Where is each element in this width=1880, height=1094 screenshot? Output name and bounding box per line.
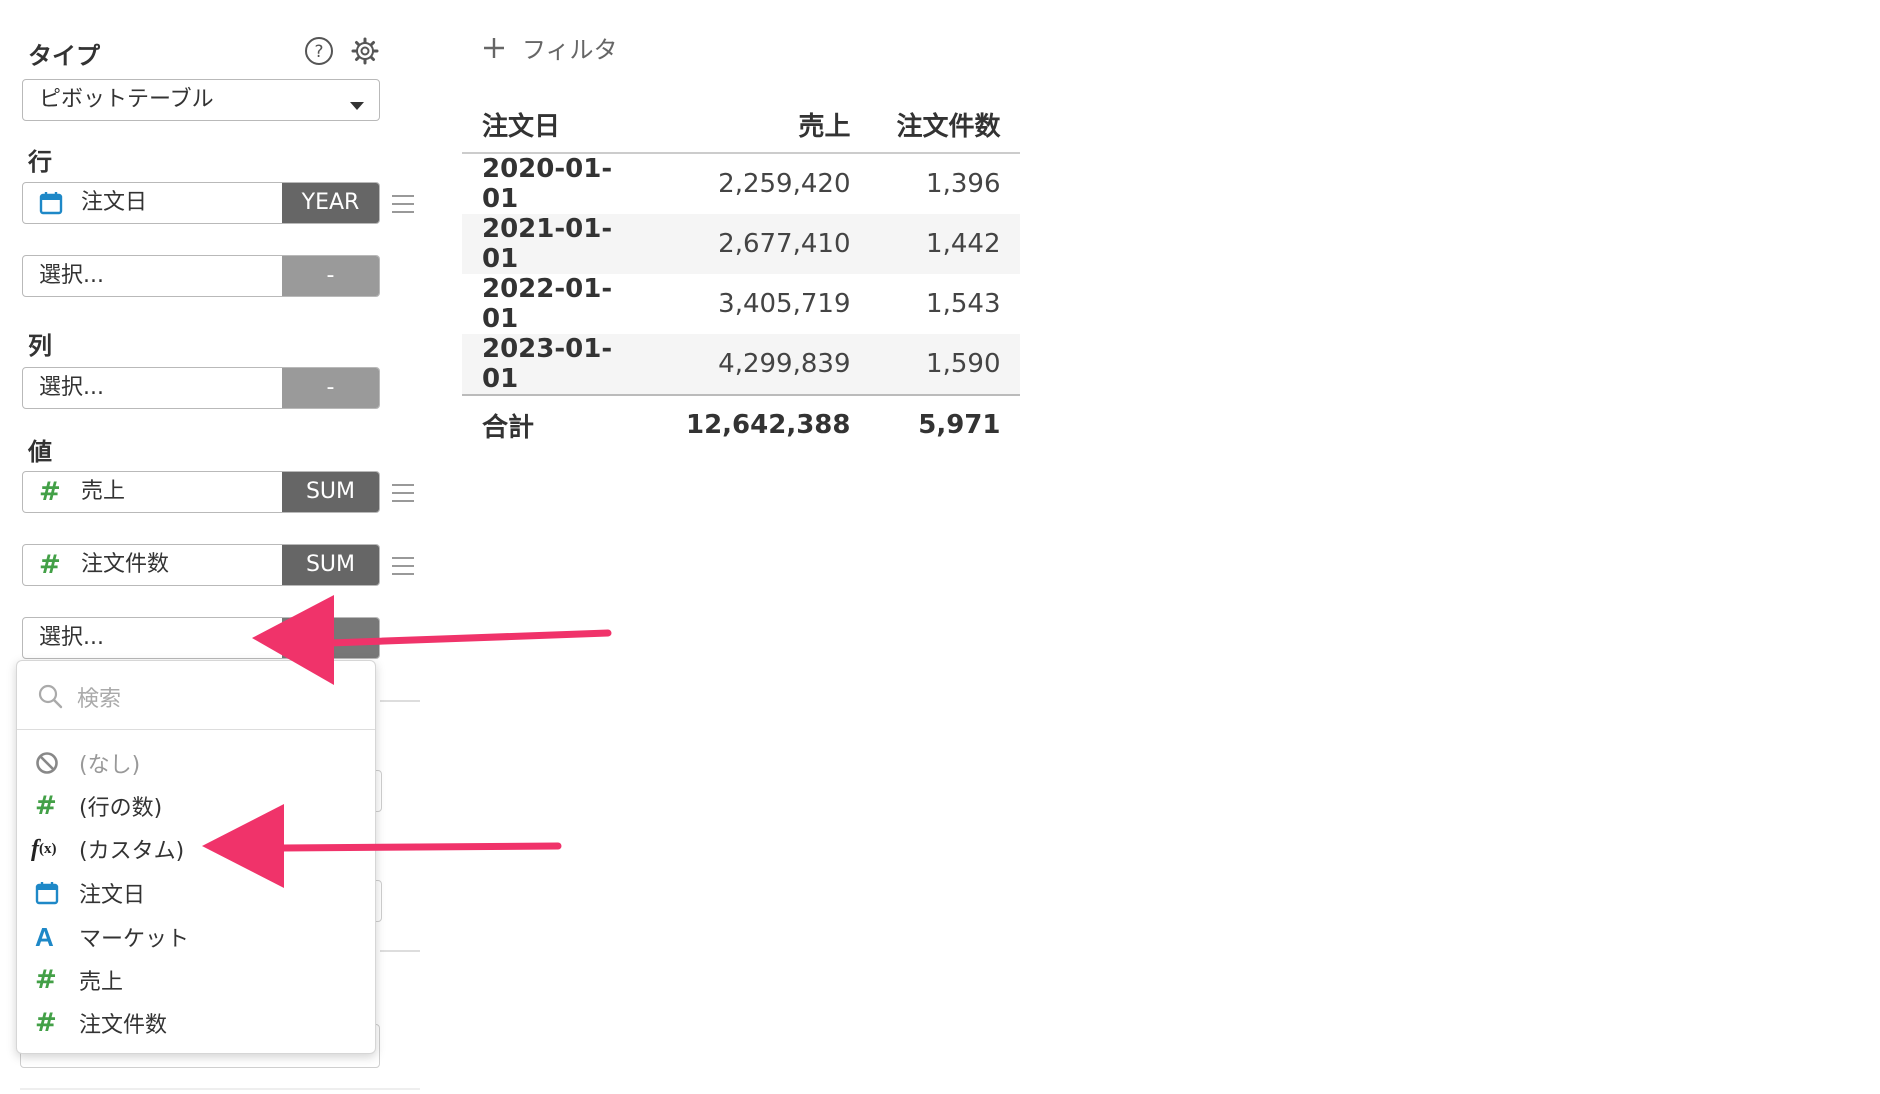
table-cell: 1,442 bbox=[870, 214, 1021, 274]
drag-handle-icon[interactable] bbox=[392, 484, 414, 508]
dropdown-item-label: 注文件数 bbox=[79, 1013, 168, 1038]
row-field-select[interactable]: 選択... - bbox=[22, 255, 380, 297]
dropdown-item-order-count[interactable]: # 注文件数 bbox=[35, 1003, 167, 1043]
column-field-placeholder: 選択... bbox=[39, 375, 104, 400]
search-icon bbox=[37, 683, 63, 713]
table-row: 2023-01-01 4,299,839 1,590 bbox=[462, 334, 1021, 395]
row-header-cell: 2022-01-01 bbox=[482, 274, 613, 334]
value-field-label: 注文件数 bbox=[81, 552, 170, 577]
table-cell: 1,590 bbox=[870, 334, 1021, 395]
dropdown-item-none[interactable]: (なし) bbox=[35, 743, 140, 783]
type-select[interactable]: ピボットテーブル bbox=[22, 79, 380, 121]
row-field-placeholder: 選択... bbox=[39, 263, 104, 288]
table-row: 2021-01-01 2,677,410 1,442 bbox=[462, 214, 1021, 274]
divider bbox=[380, 950, 420, 952]
column-header[interactable]: 売上 bbox=[666, 96, 871, 154]
table-cell: 4,299,839 bbox=[666, 334, 871, 395]
hash-icon: # bbox=[39, 550, 61, 580]
hash-icon: # bbox=[35, 965, 57, 995]
add-filter-button[interactable]: フィルタ bbox=[482, 30, 618, 65]
table-cell: 3,405,719 bbox=[718, 289, 851, 319]
dropdown-item-label: (行の数) bbox=[79, 796, 163, 821]
rows-label: 行 bbox=[28, 148, 52, 176]
hash-icon: # bbox=[35, 791, 57, 821]
values-label: 値 bbox=[28, 438, 52, 466]
search-placeholder: 検索 bbox=[77, 687, 122, 712]
column-field-select[interactable]: 選択... - bbox=[22, 367, 380, 409]
row-header-cell: 2023-01-01 bbox=[462, 334, 666, 395]
value-field-label: 売上 bbox=[81, 479, 126, 504]
aggregation-button[interactable]: YEAR bbox=[282, 183, 379, 223]
row-field-label: 注文日 bbox=[81, 190, 148, 215]
dropdown-item-label: (なし) bbox=[79, 753, 141, 778]
row-header-cell: 2020-01-01 bbox=[482, 154, 613, 214]
divider bbox=[380, 700, 420, 702]
type-label: タイプ bbox=[28, 42, 100, 70]
drag-handle-icon[interactable] bbox=[392, 557, 414, 581]
column-header[interactable]: 注文日 bbox=[462, 96, 666, 154]
table-cell: 2,677,410 bbox=[666, 214, 871, 274]
fx-icon: f (x) bbox=[31, 835, 57, 862]
value-field-placeholder: 選択... bbox=[39, 625, 104, 650]
dropdown-item-order-date[interactable]: 注文日 bbox=[35, 873, 145, 913]
aggregation-button[interactable] bbox=[282, 618, 379, 658]
gear-icon[interactable] bbox=[350, 36, 380, 66]
calendar-icon bbox=[35, 881, 71, 905]
dropdown-item-label: (カスタム) bbox=[79, 839, 185, 864]
aggregation-button[interactable]: SUM bbox=[282, 545, 379, 585]
dropdown-item-market[interactable]: A マーケット bbox=[35, 917, 189, 957]
dropdown-item-custom[interactable]: f (x) (カスタム) bbox=[31, 829, 184, 869]
total-cell: 5,971 bbox=[870, 394, 1021, 454]
aggregation-button[interactable]: SUM bbox=[282, 472, 379, 512]
total-cell: 12,642,388 bbox=[666, 394, 871, 454]
dropdown-item-label: 売上 bbox=[79, 970, 124, 995]
table-header-row: 注文日 売上 注文件数 bbox=[462, 96, 1021, 154]
column-select-dropdown: 検索 (なし) # (行の数) f (x) (カスタム) 注文日 A マーケット … bbox=[16, 660, 376, 1054]
row-field-order-date[interactable]: 注文日 YEAR bbox=[22, 182, 380, 224]
total-row: 合計 12,642,388 5,971 bbox=[462, 394, 1021, 454]
value-field-sales[interactable]: # 売上 SUM bbox=[22, 471, 380, 513]
add-filter-label: フィルタ bbox=[522, 36, 618, 64]
table-row: 2022-01-01 3,405,719 1,543 bbox=[462, 274, 1020, 334]
svg-text:?: ? bbox=[314, 42, 323, 62]
columns-label: 列 bbox=[28, 332, 52, 360]
table-cell: 1,396 bbox=[926, 169, 1001, 199]
pivot-table: 注文日 売上 注文件数 2020-01-01 2,259,420 1,396 2… bbox=[462, 96, 1021, 454]
calendar-icon bbox=[39, 183, 63, 223]
dropdown-item-row-count[interactable]: # (行の数) bbox=[35, 786, 162, 826]
dropdown-item-sales[interactable]: # 売上 bbox=[35, 960, 123, 1000]
type-select-value: ピボットテーブル bbox=[39, 87, 214, 112]
hash-icon: # bbox=[35, 1008, 57, 1038]
total-label: 合計 bbox=[462, 394, 666, 454]
help-icon[interactable]: ? bbox=[304, 36, 334, 66]
value-field-order-count[interactable]: # 注文件数 SUM bbox=[22, 544, 380, 586]
drag-handle-icon[interactable] bbox=[392, 195, 414, 219]
divider bbox=[20, 1088, 420, 1090]
hash-icon: # bbox=[39, 477, 61, 507]
dropdown-item-label: 注文日 bbox=[79, 883, 146, 908]
aggregation-button[interactable]: - bbox=[282, 256, 379, 296]
value-field-select[interactable]: 選択... bbox=[22, 617, 380, 659]
aggregation-button[interactable]: - bbox=[282, 368, 379, 408]
table-cell: 1,543 bbox=[926, 289, 1001, 319]
table-row: 2020-01-01 2,259,420 1,396 bbox=[462, 153, 1020, 214]
text-type-icon: A bbox=[35, 921, 54, 952]
chevron-down-icon bbox=[349, 96, 365, 115]
row-header-cell: 2021-01-01 bbox=[462, 214, 666, 274]
table-cell: 2,259,420 bbox=[718, 169, 851, 199]
column-header[interactable]: 注文件数 bbox=[870, 96, 1021, 154]
dropdown-item-label: マーケット bbox=[79, 927, 190, 952]
search-input[interactable]: 検索 bbox=[17, 661, 375, 730]
none-icon bbox=[35, 751, 71, 775]
plus-icon bbox=[482, 36, 506, 60]
